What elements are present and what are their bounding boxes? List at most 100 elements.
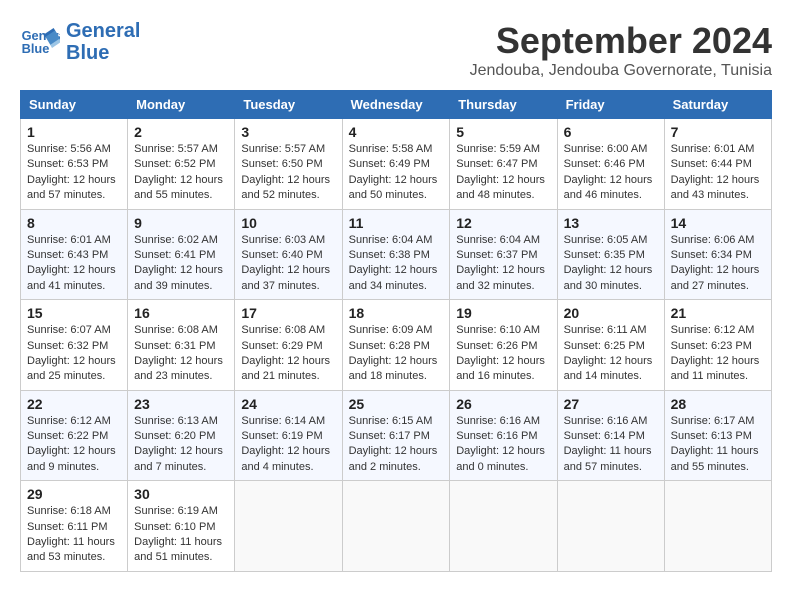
calendar-cell: 4 Sunrise: 5:58 AMSunset: 6:49 PMDaylight… xyxy=(342,119,450,210)
calendar-cell: 12 Sunrise: 6:04 AMSunset: 6:37 PMDayligh… xyxy=(450,209,557,300)
header: General Blue General Blue September 2024… xyxy=(20,20,772,80)
calendar-cell xyxy=(557,481,664,572)
calendar-cell: 18Sunrise: 6:09 AMSunset: 6:28 PMDayligh… xyxy=(342,300,450,391)
day-number: 1 xyxy=(27,124,121,140)
logo-general: General xyxy=(66,20,140,42)
calendar-cell: 28 Sunrise: 6:17 AMSunset: 6:13 PMDayligh… xyxy=(664,390,771,481)
location-title: Jendouba, Jendouba Governorate, Tunisia xyxy=(470,62,772,80)
day-number: 7 xyxy=(671,124,765,140)
day-number: 12 xyxy=(456,215,550,231)
day-info: Sunrise: 6:18 AMSunset: 6:11 PMDaylight:… xyxy=(27,504,121,566)
day-number: 13 xyxy=(564,215,658,231)
calendar-cell: 6Sunrise: 6:00 AMSunset: 6:46 PMDaylight… xyxy=(557,119,664,210)
day-number: 24 xyxy=(241,396,335,412)
title-area: September 2024 Jendouba, Jendouba Govern… xyxy=(470,20,772,80)
day-number: 11 xyxy=(349,215,444,231)
day-number: 5 xyxy=(456,124,550,140)
day-info: Sunrise: 6:07 AMSunset: 6:32 PMDaylight:… xyxy=(27,323,121,385)
logo: General Blue General Blue xyxy=(20,20,140,64)
day-number: 23 xyxy=(134,396,228,412)
calendar-cell xyxy=(664,481,771,572)
day-info: Sunrise: 6:04 AMSunset: 6:37 PMDaylight:… xyxy=(456,233,550,295)
weekday-header-row: SundayMondayTuesdayWednesdayThursdayFrid… xyxy=(21,91,772,119)
day-number: 27 xyxy=(564,396,658,412)
day-number: 14 xyxy=(671,215,765,231)
weekday-wednesday: Wednesday xyxy=(342,91,450,119)
calendar-cell: 22Sunrise: 6:12 AMSunset: 6:22 PMDayligh… xyxy=(21,390,128,481)
calendar-cell xyxy=(450,481,557,572)
day-info: Sunrise: 6:09 AMSunset: 6:28 PMDaylight:… xyxy=(349,323,444,385)
day-info: Sunrise: 5:58 AMSunset: 6:49 PMDaylight:… xyxy=(349,142,444,204)
day-number: 26 xyxy=(456,396,550,412)
day-number: 15 xyxy=(27,305,121,321)
week-row-1: 1 Sunrise: 5:56 AMSunset: 6:53 PMDaylight… xyxy=(21,119,772,210)
calendar-table: SundayMondayTuesdayWednesdayThursdayFrid… xyxy=(20,90,772,572)
calendar-cell: 2 Sunrise: 5:57 AMSunset: 6:52 PMDaylight… xyxy=(128,119,235,210)
calendar-cell: 11 Sunrise: 6:04 AMSunset: 6:38 PMDayligh… xyxy=(342,209,450,300)
day-info: Sunrise: 6:12 AMSunset: 6:23 PMDaylight:… xyxy=(671,323,765,385)
day-info: Sunrise: 6:16 AMSunset: 6:16 PMDaylight:… xyxy=(456,414,550,476)
day-info: Sunrise: 6:16 AMSunset: 6:14 PMDaylight:… xyxy=(564,414,658,476)
calendar-cell: 9 Sunrise: 6:02 AMSunset: 6:41 PMDaylight… xyxy=(128,209,235,300)
day-number: 25 xyxy=(349,396,444,412)
logo-icon: General Blue xyxy=(20,24,60,60)
day-info: Sunrise: 6:15 AMSunset: 6:17 PMDaylight:… xyxy=(349,414,444,476)
calendar-cell: 15 Sunrise: 6:07 AMSunset: 6:32 PMDayligh… xyxy=(21,300,128,391)
day-info: Sunrise: 6:08 AMSunset: 6:31 PMDaylight:… xyxy=(134,323,228,385)
calendar-cell: 26 Sunrise: 6:16 AMSunset: 6:16 PMDayligh… xyxy=(450,390,557,481)
day-info: Sunrise: 6:13 AMSunset: 6:20 PMDaylight:… xyxy=(134,414,228,476)
day-info: Sunrise: 5:59 AMSunset: 6:47 PMDaylight:… xyxy=(456,142,550,204)
day-info: Sunrise: 6:14 AMSunset: 6:19 PMDaylight:… xyxy=(241,414,335,476)
day-info: Sunrise: 6:02 AMSunset: 6:41 PMDaylight:… xyxy=(134,233,228,295)
week-row-3: 15 Sunrise: 6:07 AMSunset: 6:32 PMDayligh… xyxy=(21,300,772,391)
day-info: Sunrise: 5:57 AMSunset: 6:50 PMDaylight:… xyxy=(241,142,335,204)
weekday-sunday: Sunday xyxy=(21,91,128,119)
day-number: 30 xyxy=(134,486,228,502)
day-number: 3 xyxy=(241,124,335,140)
day-number: 2 xyxy=(134,124,228,140)
calendar-cell: 17Sunrise: 6:08 AMSunset: 6:29 PMDayligh… xyxy=(235,300,342,391)
week-row-2: 8Sunrise: 6:01 AMSunset: 6:43 PMDaylight… xyxy=(21,209,772,300)
day-info: Sunrise: 6:00 AMSunset: 6:46 PMDaylight:… xyxy=(564,142,658,204)
calendar-cell: 5 Sunrise: 5:59 AMSunset: 6:47 PMDaylight… xyxy=(450,119,557,210)
calendar-cell: 14 Sunrise: 6:06 AMSunset: 6:34 PMDayligh… xyxy=(664,209,771,300)
day-info: Sunrise: 6:11 AMSunset: 6:25 PMDaylight:… xyxy=(564,323,658,385)
day-info: Sunrise: 6:05 AMSunset: 6:35 PMDaylight:… xyxy=(564,233,658,295)
day-number: 9 xyxy=(134,215,228,231)
weekday-friday: Friday xyxy=(557,91,664,119)
day-number: 22 xyxy=(27,396,121,412)
calendar-cell: 27 Sunrise: 6:16 AMSunset: 6:14 PMDayligh… xyxy=(557,390,664,481)
calendar-cell: 24 Sunrise: 6:14 AMSunset: 6:19 PMDayligh… xyxy=(235,390,342,481)
day-number: 19 xyxy=(456,305,550,321)
day-info: Sunrise: 6:08 AMSunset: 6:29 PMDaylight:… xyxy=(241,323,335,385)
calendar-cell: 8Sunrise: 6:01 AMSunset: 6:43 PMDaylight… xyxy=(21,209,128,300)
calendar-cell: 7Sunrise: 6:01 AMSunset: 6:44 PMDaylight… xyxy=(664,119,771,210)
calendar-cell: 19Sunrise: 6:10 AMSunset: 6:26 PMDayligh… xyxy=(450,300,557,391)
day-info: Sunrise: 6:03 AMSunset: 6:40 PMDaylight:… xyxy=(241,233,335,295)
weekday-saturday: Saturday xyxy=(664,91,771,119)
calendar-cell xyxy=(342,481,450,572)
svg-text:Blue: Blue xyxy=(22,41,50,56)
day-info: Sunrise: 5:56 AMSunset: 6:53 PMDaylight:… xyxy=(27,142,121,204)
calendar-cell: 21 Sunrise: 6:12 AMSunset: 6:23 PMDayligh… xyxy=(664,300,771,391)
day-info: Sunrise: 6:01 AMSunset: 6:43 PMDaylight:… xyxy=(27,233,121,295)
weekday-monday: Monday xyxy=(128,91,235,119)
day-number: 21 xyxy=(671,305,765,321)
calendar-cell: 29Sunrise: 6:18 AMSunset: 6:11 PMDayligh… xyxy=(21,481,128,572)
calendar-cell: 10Sunrise: 6:03 AMSunset: 6:40 PMDayligh… xyxy=(235,209,342,300)
week-row-5: 29Sunrise: 6:18 AMSunset: 6:11 PMDayligh… xyxy=(21,481,772,572)
calendar-cell: 23 Sunrise: 6:13 AMSunset: 6:20 PMDayligh… xyxy=(128,390,235,481)
calendar-cell: 16Sunrise: 6:08 AMSunset: 6:31 PMDayligh… xyxy=(128,300,235,391)
day-number: 20 xyxy=(564,305,658,321)
day-info: Sunrise: 6:06 AMSunset: 6:34 PMDaylight:… xyxy=(671,233,765,295)
day-number: 4 xyxy=(349,124,444,140)
day-number: 28 xyxy=(671,396,765,412)
calendar-cell: 30Sunrise: 6:19 AMSunset: 6:10 PMDayligh… xyxy=(128,481,235,572)
day-info: Sunrise: 5:57 AMSunset: 6:52 PMDaylight:… xyxy=(134,142,228,204)
calendar-cell: 20 Sunrise: 6:11 AMSunset: 6:25 PMDayligh… xyxy=(557,300,664,391)
day-info: Sunrise: 6:17 AMSunset: 6:13 PMDaylight:… xyxy=(671,414,765,476)
week-row-4: 22Sunrise: 6:12 AMSunset: 6:22 PMDayligh… xyxy=(21,390,772,481)
calendar-body: 1 Sunrise: 5:56 AMSunset: 6:53 PMDaylight… xyxy=(21,119,772,572)
day-info: Sunrise: 6:04 AMSunset: 6:38 PMDaylight:… xyxy=(349,233,444,295)
logo-blue: Blue xyxy=(66,42,140,64)
